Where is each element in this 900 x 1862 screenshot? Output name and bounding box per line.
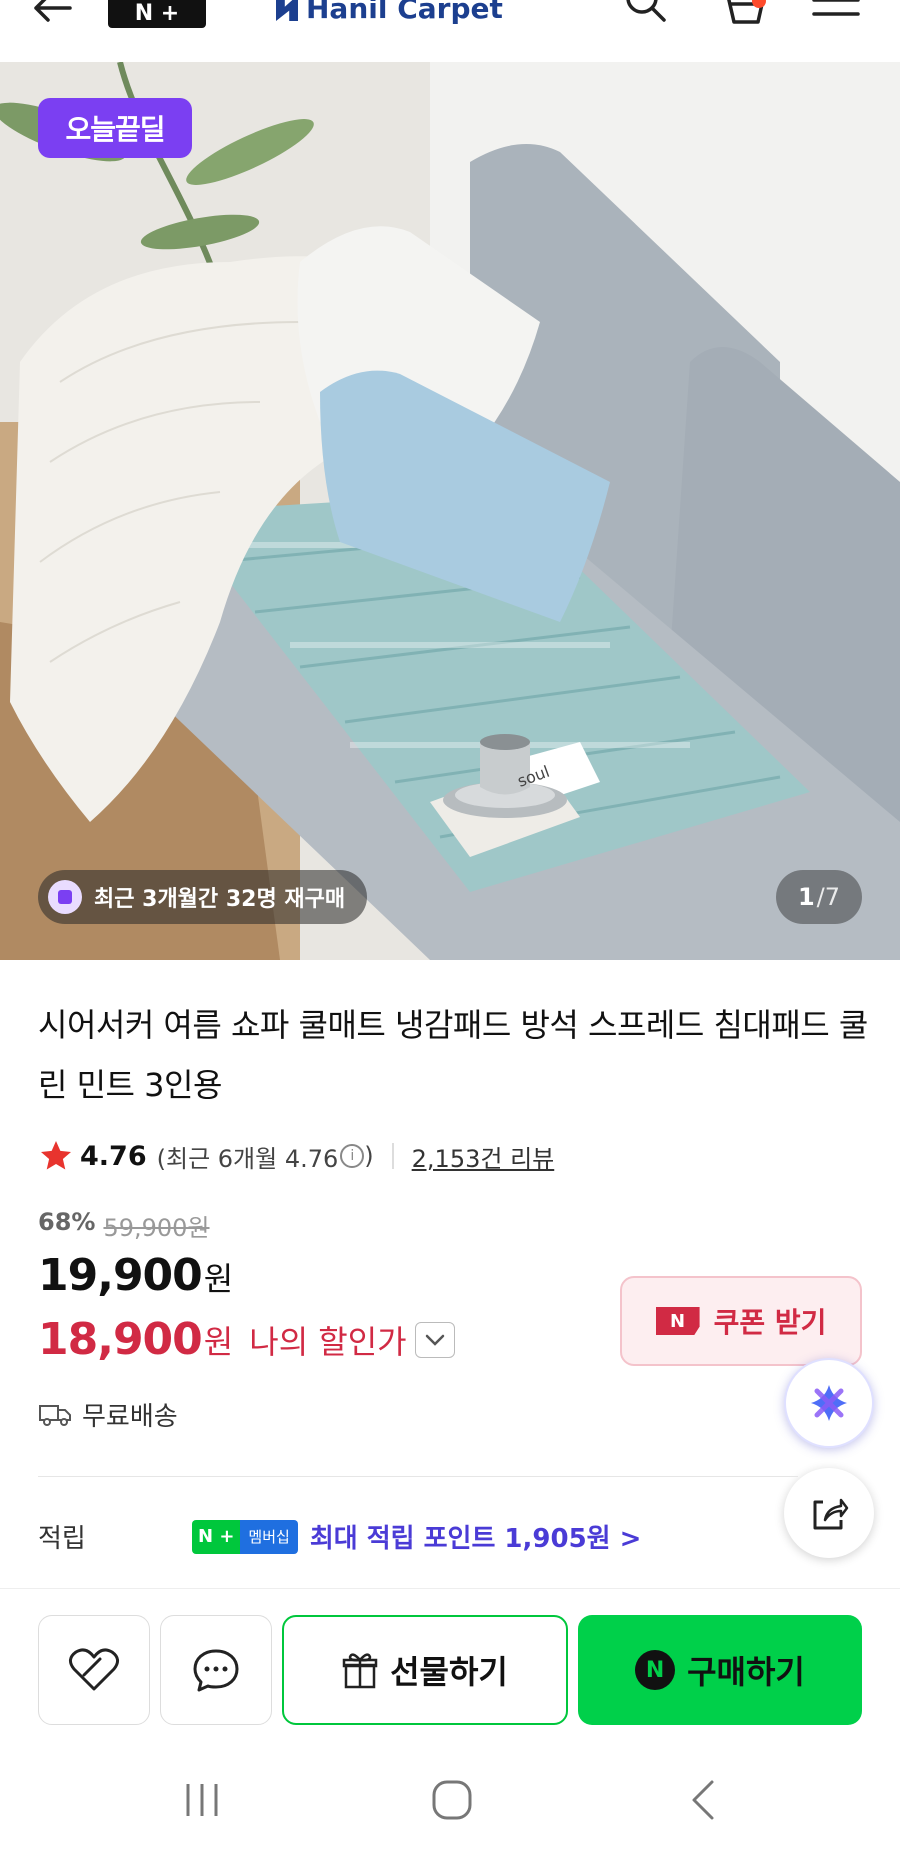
my-price-row[interactable]: 18,900 원 나의 할인가 [38, 1314, 455, 1365]
pager-total: /7 [816, 883, 841, 911]
my-discount-price-unit: 원 [203, 1322, 234, 1361]
points-text: 최대 적립 포인트 1,905원 > [309, 1524, 642, 1554]
points-label: 적립 [38, 1524, 86, 1554]
ai-sparkle-icon [811, 1385, 847, 1421]
bottom-action-bar: 선물하기 N 구매하기 [0, 1588, 900, 1748]
original-price: 59,900원 [103, 1214, 210, 1242]
discount-percent: 68% [38, 1208, 96, 1236]
info-icon[interactable]: i [340, 1144, 365, 1168]
membership-label: 멤버십 [240, 1519, 298, 1554]
back-arrow-icon[interactable] [30, 0, 80, 30]
nplus-membership-badge: N + 멤버십 [192, 1519, 298, 1554]
reviews-link[interactable]: 2,153건 리뷰 [412, 1139, 555, 1174]
sale-price: 19,900 [38, 1250, 203, 1301]
share-button[interactable] [784, 1468, 874, 1558]
repurchase-badge: 최근 3개월간 32명 재구매 [38, 870, 368, 924]
top-header: N + Hanil Carpet [0, 0, 900, 60]
rating-row: 4.76 (최근 6개월 4.76 i ) 2,153건 리뷰 [38, 1136, 554, 1176]
my-discount-label: 나의 할인가 [249, 1322, 407, 1361]
hamburger-menu-icon[interactable] [812, 0, 860, 26]
product-photo: soul [0, 62, 900, 960]
product-image-carousel[interactable]: soul 오늘끝딜 최근 3개월간 32명 재구매 1 /7 [0, 62, 900, 960]
rating-value: 4.76 [80, 1140, 147, 1172]
rating-recent: (최근 6개월 4.76 [156, 1144, 339, 1173]
chevron-down-icon[interactable] [414, 1321, 455, 1358]
pager-current: 1 [797, 883, 815, 911]
deal-badge-label: 오늘끝딜 [65, 113, 165, 146]
search-icon[interactable] [622, 0, 672, 26]
brand-name: Hanil Carpet [306, 0, 503, 25]
product-title: 시어서커 여름 쇼파 쿨매트 냉감패드 방석 스프레드 침대패드 쿨린 민트 3… [38, 1006, 868, 1104]
discount-row: 68% 59,900원 [38, 1208, 210, 1243]
like-button[interactable] [38, 1615, 150, 1725]
recent-apps-icon[interactable] [180, 1778, 224, 1822]
heart-icon [69, 1648, 119, 1691]
naver-pay-icon: N [635, 1650, 676, 1690]
nplus-logo-text: N + [134, 1, 180, 26]
divider-vertical [391, 1143, 394, 1169]
rating-recent-close: ) [364, 1142, 374, 1170]
buy-label: 구매하기 [687, 1653, 805, 1691]
sale-price-unit: 원 [203, 1260, 234, 1298]
ai-assistant-button[interactable] [784, 1358, 874, 1448]
section-divider [38, 1476, 798, 1477]
cart-icon[interactable] [714, 0, 768, 28]
gift-icon [342, 1653, 378, 1689]
price-row: 19,900 원 [38, 1250, 233, 1301]
coupon-button[interactable]: N 쿠폰 받기 [620, 1276, 862, 1366]
home-icon[interactable] [428, 1776, 476, 1824]
shipping-row: 무료배송 [38, 1396, 178, 1433]
truck-icon [39, 1404, 71, 1426]
shipping-text: 무료배송 [82, 1402, 178, 1432]
nplus-store-logo[interactable]: N + [108, 0, 206, 28]
system-navigation-bar [0, 1748, 900, 1862]
repurchase-text: 최근 3개월간 32명 재구매 [94, 887, 346, 912]
nplus-badge-logo: N + [192, 1519, 241, 1554]
brand-logo[interactable]: Hanil Carpet [276, 0, 503, 25]
coupon-label: 쿠폰 받기 [713, 1306, 827, 1339]
points-row[interactable]: 적립 N + 멤버십 최대 적립 포인트 1,905원 > [38, 1518, 641, 1555]
buy-button[interactable]: N 구매하기 [578, 1615, 862, 1725]
my-discount-price: 18,900 [38, 1314, 203, 1365]
repurchase-bag-icon [48, 880, 82, 914]
naver-coupon-icon: N [655, 1307, 700, 1335]
talk-button[interactable] [160, 1615, 272, 1725]
gift-label: 선물하기 [390, 1653, 508, 1691]
brand-mark-icon [276, 0, 298, 21]
deal-badge: 오늘끝딜 [38, 98, 192, 158]
gift-button[interactable]: 선물하기 [282, 1615, 568, 1725]
share-icon [813, 1498, 849, 1530]
star-icon [41, 1141, 71, 1170]
nav-back-icon[interactable] [684, 1776, 724, 1824]
chat-bubble-icon [193, 1649, 239, 1692]
image-pager: 1 /7 [776, 870, 862, 924]
